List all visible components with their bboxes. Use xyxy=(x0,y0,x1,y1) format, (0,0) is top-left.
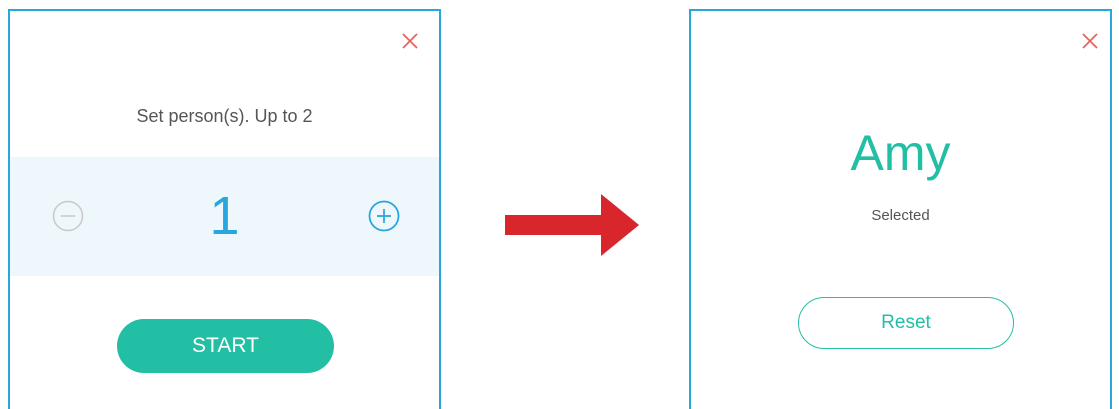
person-count-stepper: 1 xyxy=(10,157,439,276)
stage: Set person(s). Up to 2 1 START Amy Selec… xyxy=(0,0,1119,409)
person-count-prompt: Set person(s). Up to 2 xyxy=(136,106,313,126)
picker-setup-panel: Set person(s). Up to 2 1 START xyxy=(8,9,441,409)
selection-status: Selected xyxy=(871,207,930,224)
start-button[interactable]: START xyxy=(117,319,334,373)
right-arrow-icon xyxy=(505,194,639,256)
picker-result-panel: Amy Selected Reset xyxy=(689,9,1112,409)
reset-button[interactable]: Reset xyxy=(798,297,1014,349)
close-icon[interactable] xyxy=(401,32,419,50)
plus-circle-icon[interactable] xyxy=(368,200,400,232)
selected-person-name: Amy xyxy=(850,125,951,181)
close-icon[interactable] xyxy=(1081,32,1099,50)
